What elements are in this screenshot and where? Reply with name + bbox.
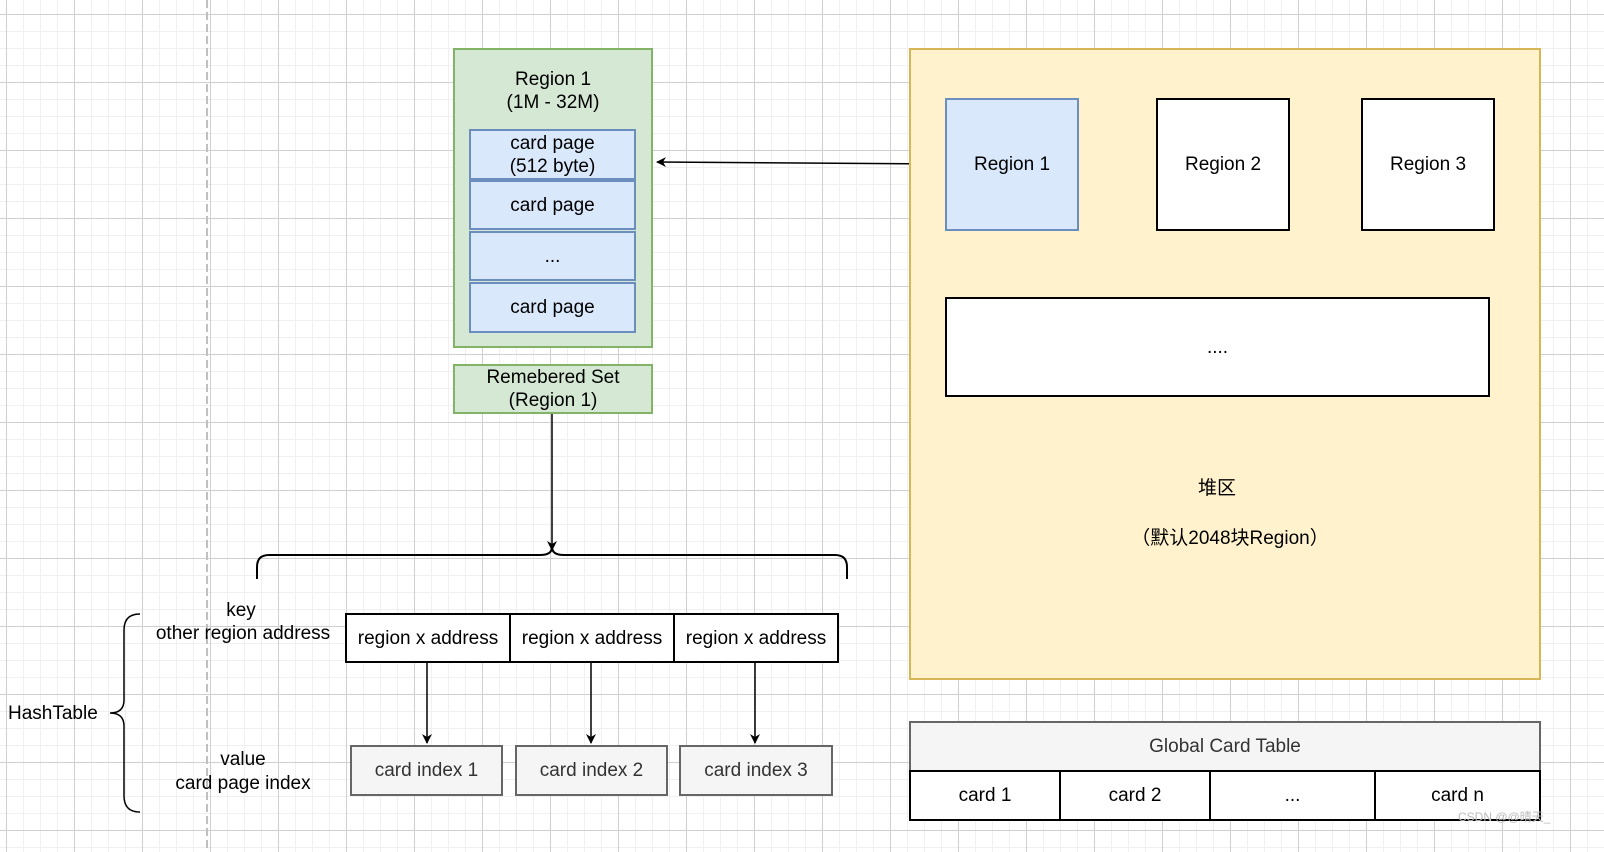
remembered-set-region: (Region 1) <box>508 390 598 411</box>
hashtable-label: HashTable <box>8 703 98 724</box>
heap-subtitle: （默认2048块Region） <box>1131 528 1329 549</box>
key-description: other region address <box>155 623 331 644</box>
remembered-set-title: Remebered Set <box>486 367 620 388</box>
remembered-set: Remebered Set (Region 1) <box>453 364 653 414</box>
card-page-2: card page <box>469 180 636 230</box>
card-page-size: (512 byte) <box>509 155 596 177</box>
arrow-heap-region-to-detail <box>656 157 946 168</box>
gct-card-1: card 1 <box>909 770 1061 821</box>
hashtable-brace <box>109 613 141 813</box>
heap-region-1: Region 1 <box>945 98 1079 231</box>
heap-region-3: Region 3 <box>1361 98 1495 231</box>
hash-value-1: card index 1 <box>350 745 503 796</box>
value-label: value <box>220 749 266 770</box>
value-description: card page index <box>175 773 311 794</box>
card-page-last: card page <box>469 282 636 333</box>
gct-card-ellipsis: ... <box>1209 770 1376 821</box>
key-label: key <box>226 600 256 621</box>
heap-title: 堆区 <box>1197 478 1236 499</box>
hash-value-3: card index 3 <box>679 745 833 796</box>
hash-key-3: region x address <box>673 613 839 663</box>
region-detail-size: (1M - 32M) <box>506 92 600 113</box>
region-detail-title: Region 1 <box>514 69 592 90</box>
card-page-label: card page <box>510 132 595 154</box>
watermark: CSDN @@晴天_ <box>1458 810 1551 824</box>
top-brace <box>256 546 848 579</box>
hash-value-2: card index 2 <box>515 745 668 796</box>
card-page-1: card page (512 byte) <box>469 129 636 180</box>
gct-card-2: card 2 <box>1059 770 1211 821</box>
hash-key-1: region x address <box>345 613 511 663</box>
hash-key-2: region x address <box>509 613 675 663</box>
card-page-ellipsis: ... <box>469 231 636 281</box>
global-card-table-header: Global Card Table <box>909 721 1541 772</box>
heap-region-2: Region 2 <box>1156 98 1290 231</box>
heap-more-regions: .... <box>945 297 1490 397</box>
